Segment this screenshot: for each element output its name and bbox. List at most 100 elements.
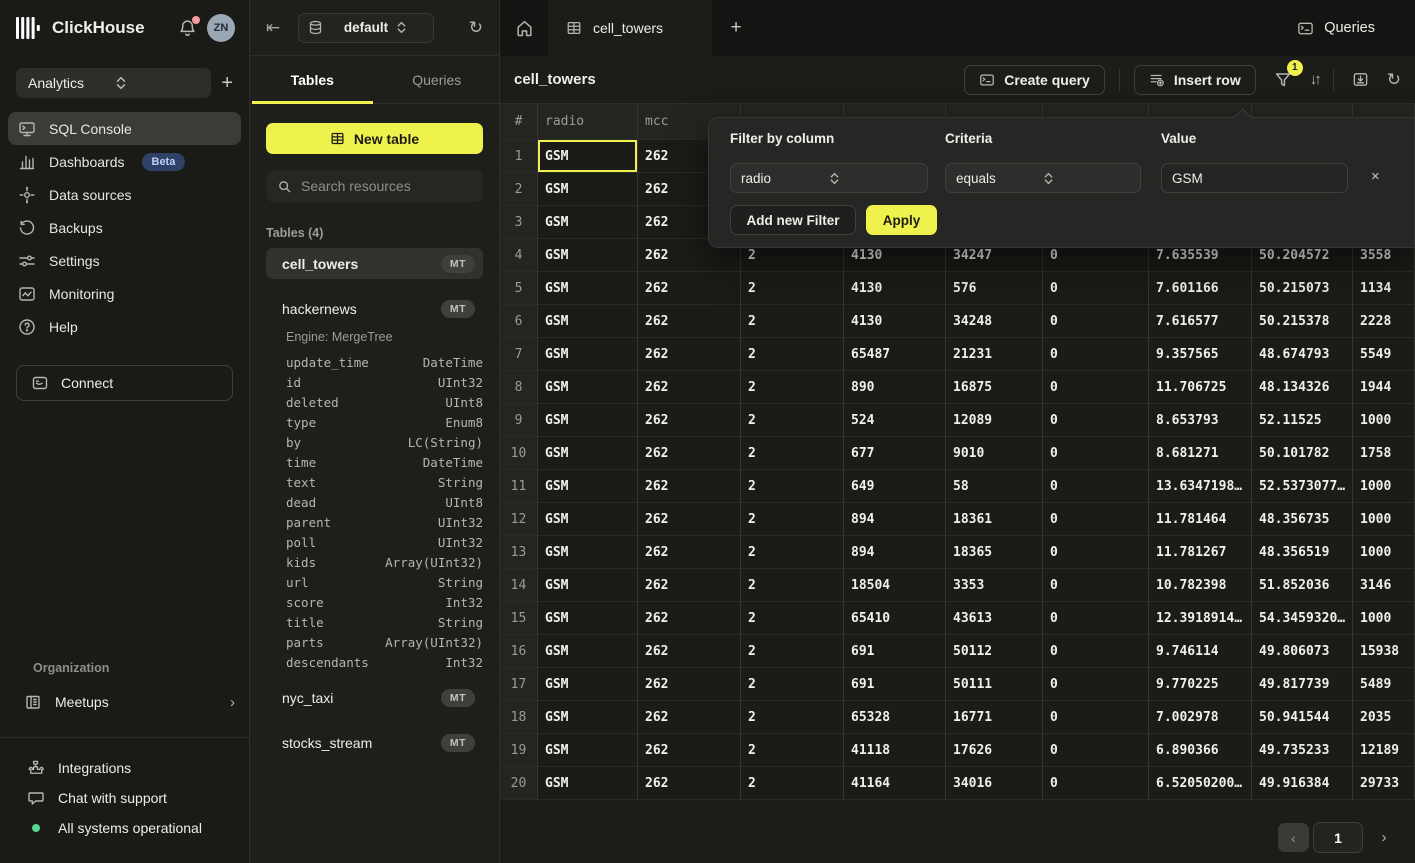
grid-cell[interactable]: 49.735233 (1252, 734, 1353, 767)
create-query-button[interactable]: Create query (964, 65, 1105, 95)
grid-cell[interactable]: 18504 (844, 569, 946, 602)
insert-row-button[interactable]: Insert row (1134, 65, 1256, 95)
tab-tables[interactable]: Tables (250, 56, 375, 103)
grid-cell[interactable]: 50.215073 (1252, 272, 1353, 305)
grid-cell[interactable]: 4130 (844, 272, 946, 305)
table-item-cell-towers[interactable]: cell_towers MT (266, 248, 483, 279)
grid-cell[interactable]: 50112 (946, 635, 1043, 668)
grid-cell[interactable]: 262 (638, 371, 741, 404)
grid-cell[interactable]: 48.356519 (1252, 536, 1353, 569)
grid-cell[interactable]: 52.5373077… (1252, 470, 1353, 503)
pagination-prev-button[interactable]: ‹ (1278, 823, 1309, 852)
grid-cell[interactable]: 9.746114 (1149, 635, 1252, 668)
new-table-button[interactable]: New table (266, 123, 483, 154)
remove-filter-button[interactable]: × (1371, 168, 1380, 185)
grid-cell[interactable]: 1000 (1353, 536, 1415, 569)
grid-cell[interactable]: 2 (741, 635, 844, 668)
grid-cell[interactable]: 54.3459320… (1252, 602, 1353, 635)
grid-cell[interactable]: 2 (741, 338, 844, 371)
grid-cell[interactable]: 262 (638, 470, 741, 503)
grid-cell[interactable]: 262 (638, 668, 741, 701)
grid-cell[interactable]: GSM (538, 470, 638, 503)
download-button[interactable] (1348, 67, 1373, 92)
grid-cell[interactable]: 48.134326 (1252, 371, 1353, 404)
grid-cell[interactable]: 262 (638, 569, 741, 602)
grid-cell[interactable]: GSM (538, 437, 638, 470)
grid-cell[interactable]: 1000 (1353, 404, 1415, 437)
grid-cell[interactable]: 4130 (844, 305, 946, 338)
tab-cell-towers[interactable]: cell_towers (548, 0, 712, 56)
filter-button[interactable]: 1 (1270, 67, 1296, 93)
grid-cell[interactable]: 2 (741, 272, 844, 305)
grid-cell[interactable]: 11.781267 (1149, 536, 1252, 569)
grid-cell[interactable]: 17626 (946, 734, 1043, 767)
grid-cell[interactable]: 18365 (946, 536, 1043, 569)
grid-cell[interactable]: 2 (741, 305, 844, 338)
table-item-hackernews[interactable]: hackernews MT (266, 293, 483, 324)
grid-cell[interactable]: 12.3918914… (1149, 602, 1252, 635)
sidebar-item-sql-console[interactable]: SQL Console (8, 112, 241, 145)
tab-queries[interactable]: Queries (375, 56, 500, 103)
pagination-next-button[interactable]: › (1374, 822, 1394, 853)
refresh-grid-button[interactable]: ↻ (1387, 70, 1401, 90)
grid-cell[interactable]: 18361 (946, 503, 1043, 536)
grid-cell[interactable]: 262 (638, 635, 741, 668)
grid-cell[interactable]: 8.653793 (1149, 404, 1252, 437)
grid-cell[interactable]: 0 (1043, 404, 1149, 437)
grid-cell[interactable]: 0 (1043, 668, 1149, 701)
grid-cell[interactable]: 5549 (1353, 338, 1415, 371)
grid-cell[interactable]: 49.806073 (1252, 635, 1353, 668)
sidebar-item-chat-support[interactable]: Chat with support (27, 789, 167, 807)
grid-cell[interactable]: 262 (638, 272, 741, 305)
grid-cell[interactable]: 0 (1043, 470, 1149, 503)
grid-cell[interactable]: 16875 (946, 371, 1043, 404)
grid-cell[interactable]: 649 (844, 470, 946, 503)
grid-cell[interactable]: 10.782398 (1149, 569, 1252, 602)
grid-cell[interactable]: 8.681271 (1149, 437, 1252, 470)
grid-cell[interactable]: GSM (538, 668, 638, 701)
grid-cell[interactable]: 9010 (946, 437, 1043, 470)
grid-cell[interactable]: GSM (538, 404, 638, 437)
sidebar-item-integrations[interactable]: Integrations (27, 759, 131, 777)
grid-cell[interactable]: 262 (638, 437, 741, 470)
grid-cell[interactable]: 1758 (1353, 437, 1415, 470)
table-item-stocks-stream[interactable]: stocks_stream MT (266, 727, 483, 758)
grid-cell[interactable]: 2 (741, 767, 844, 800)
grid-cell[interactable]: 262 (638, 701, 741, 734)
grid-cell[interactable]: 3353 (946, 569, 1043, 602)
add-workspace-button[interactable]: + (221, 73, 233, 93)
grid-cell[interactable]: 2228 (1353, 305, 1415, 338)
grid-cell[interactable]: 2 (741, 536, 844, 569)
search-resources-box[interactable] (266, 170, 483, 202)
grid-cell[interactable]: GSM (538, 272, 638, 305)
grid-cell[interactable]: GSM (538, 569, 638, 602)
grid-cell[interactable]: GSM (538, 173, 638, 206)
grid-cell[interactable]: 0 (1043, 635, 1149, 668)
collapse-sidebar-icon[interactable]: ⇤ (266, 18, 296, 38)
grid-cell[interactable]: GSM (538, 140, 638, 173)
column-header[interactable]: radio (538, 104, 638, 140)
grid-cell[interactable]: 41118 (844, 734, 946, 767)
grid-cell[interactable]: 262 (638, 767, 741, 800)
grid-cell[interactable]: 13.6347198… (1149, 470, 1252, 503)
grid-cell[interactable]: 262 (638, 503, 741, 536)
table-item-nyc-taxi[interactable]: nyc_taxi MT (266, 682, 483, 713)
avatar[interactable]: ZN (207, 14, 235, 42)
grid-cell[interactable]: 15938 (1353, 635, 1415, 668)
sidebar-item-settings[interactable]: Settings (8, 244, 241, 277)
grid-cell[interactable]: 6.890366 (1149, 734, 1252, 767)
workspace-select[interactable]: Analytics (16, 68, 211, 98)
grid-cell[interactable]: 3146 (1353, 569, 1415, 602)
grid-cell[interactable]: 1000 (1353, 503, 1415, 536)
grid-cell[interactable]: 49.817739 (1252, 668, 1353, 701)
grid-cell[interactable]: 65487 (844, 338, 946, 371)
system-status-item[interactable]: All systems operational (27, 820, 202, 836)
grid-cell[interactable]: GSM (538, 536, 638, 569)
grid-cell[interactable]: 2035 (1353, 701, 1415, 734)
grid-cell[interactable]: 2 (741, 503, 844, 536)
refresh-tables-icon[interactable]: ↻ (469, 18, 483, 38)
grid-cell[interactable]: GSM (538, 767, 638, 800)
sidebar-item-meetups[interactable]: Meetups › (24, 687, 235, 717)
grid-cell[interactable]: 691 (844, 635, 946, 668)
grid-cell[interactable]: 41164 (844, 767, 946, 800)
